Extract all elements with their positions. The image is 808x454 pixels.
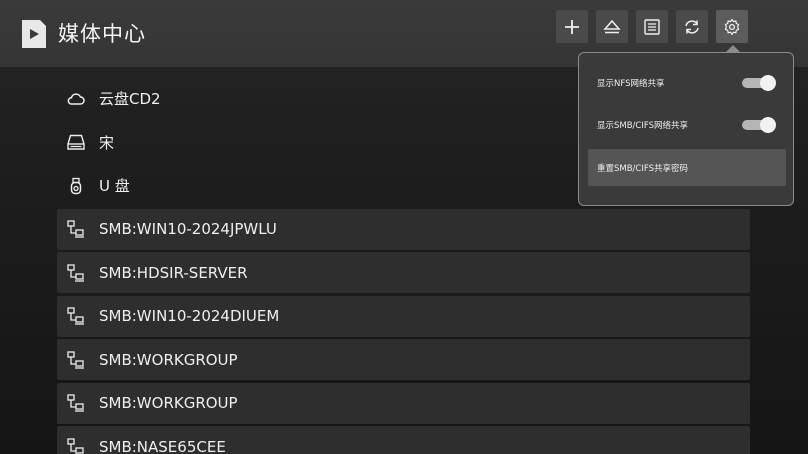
nfs-toggle[interactable] bbox=[742, 75, 776, 91]
settings-menu-arrow bbox=[726, 45, 740, 52]
option-show-smb[interactable]: 显示SMB/CIFS网络共享 bbox=[588, 106, 786, 143]
network-icon bbox=[67, 394, 84, 412]
cloud-icon bbox=[67, 92, 85, 105]
option-label: 重置SMB/CIFS共享密码 bbox=[597, 163, 689, 174]
list-item-label: SMB:WIN10-2024JPWLU bbox=[99, 220, 277, 238]
list-item-label: SMB:HDSIR-SERVER bbox=[99, 263, 248, 282]
smb-toggle[interactable] bbox=[742, 117, 776, 133]
list-item-smb[interactable]: SMB:NASE65CEE bbox=[57, 426, 750, 454]
list-item-smb[interactable]: SMB:WORKGROUP bbox=[57, 339, 750, 380]
list-item-label: 云盘CD2 bbox=[99, 90, 161, 108]
gear-icon bbox=[724, 18, 740, 35]
network-icon bbox=[67, 437, 84, 454]
option-label: 显示NFS网络共享 bbox=[597, 78, 665, 89]
page-title: 媒体中心 bbox=[58, 22, 146, 46]
list-icon bbox=[644, 18, 660, 35]
add-button[interactable] bbox=[556, 10, 588, 43]
list-item-smb[interactable]: SMB:WORKGROUP bbox=[57, 382, 750, 424]
list-item-label: SMB:NASE65CEE bbox=[99, 437, 226, 454]
list-button[interactable] bbox=[636, 10, 668, 43]
play-folder-icon bbox=[22, 20, 46, 48]
eject-button[interactable] bbox=[596, 10, 628, 43]
settings-button[interactable] bbox=[716, 10, 748, 43]
network-icon bbox=[67, 350, 84, 369]
usb-icon bbox=[70, 177, 82, 194]
list-item-smb[interactable]: SMB:WIN10-2024DIUEM bbox=[57, 295, 750, 337]
toolbar bbox=[556, 10, 748, 44]
plus-icon bbox=[565, 19, 579, 34]
network-icon bbox=[67, 263, 84, 282]
list-item-label: SMB:WIN10-2024DIUEM bbox=[99, 307, 280, 325]
settings-menu: 显示NFS网络共享 显示SMB/CIFS网络共享 重置SMB/CIFS共享密码 bbox=[578, 52, 794, 206]
list-item-label: SMB:WORKGROUP bbox=[99, 350, 238, 369]
network-icon bbox=[67, 307, 84, 325]
hard-drive-icon bbox=[67, 134, 85, 150]
option-reset-smb-password[interactable]: 重置SMB/CIFS共享密码 bbox=[588, 149, 786, 186]
list-item-smb[interactable]: SMB:HDSIR-SERVER bbox=[57, 252, 750, 293]
option-label: 显示SMB/CIFS网络共享 bbox=[597, 120, 689, 131]
list-item-label: U 盘 bbox=[99, 177, 130, 195]
list-item-label: 宋 bbox=[99, 133, 115, 152]
refresh-icon bbox=[685, 19, 699, 34]
refresh-button[interactable] bbox=[676, 10, 708, 43]
network-icon bbox=[67, 220, 84, 238]
list-item-label: SMB:WORKGROUP bbox=[99, 394, 238, 412]
media-center-screen: 媒体中心 云盘CD2 宋 U 盘 SMB:WIN10-2024JPWLU SMB… bbox=[0, 0, 808, 454]
option-show-nfs[interactable]: 显示NFS网络共享 bbox=[588, 64, 786, 101]
list-item-smb[interactable]: SMB:WIN10-2024JPWLU bbox=[57, 208, 750, 250]
eject-icon bbox=[603, 19, 621, 33]
